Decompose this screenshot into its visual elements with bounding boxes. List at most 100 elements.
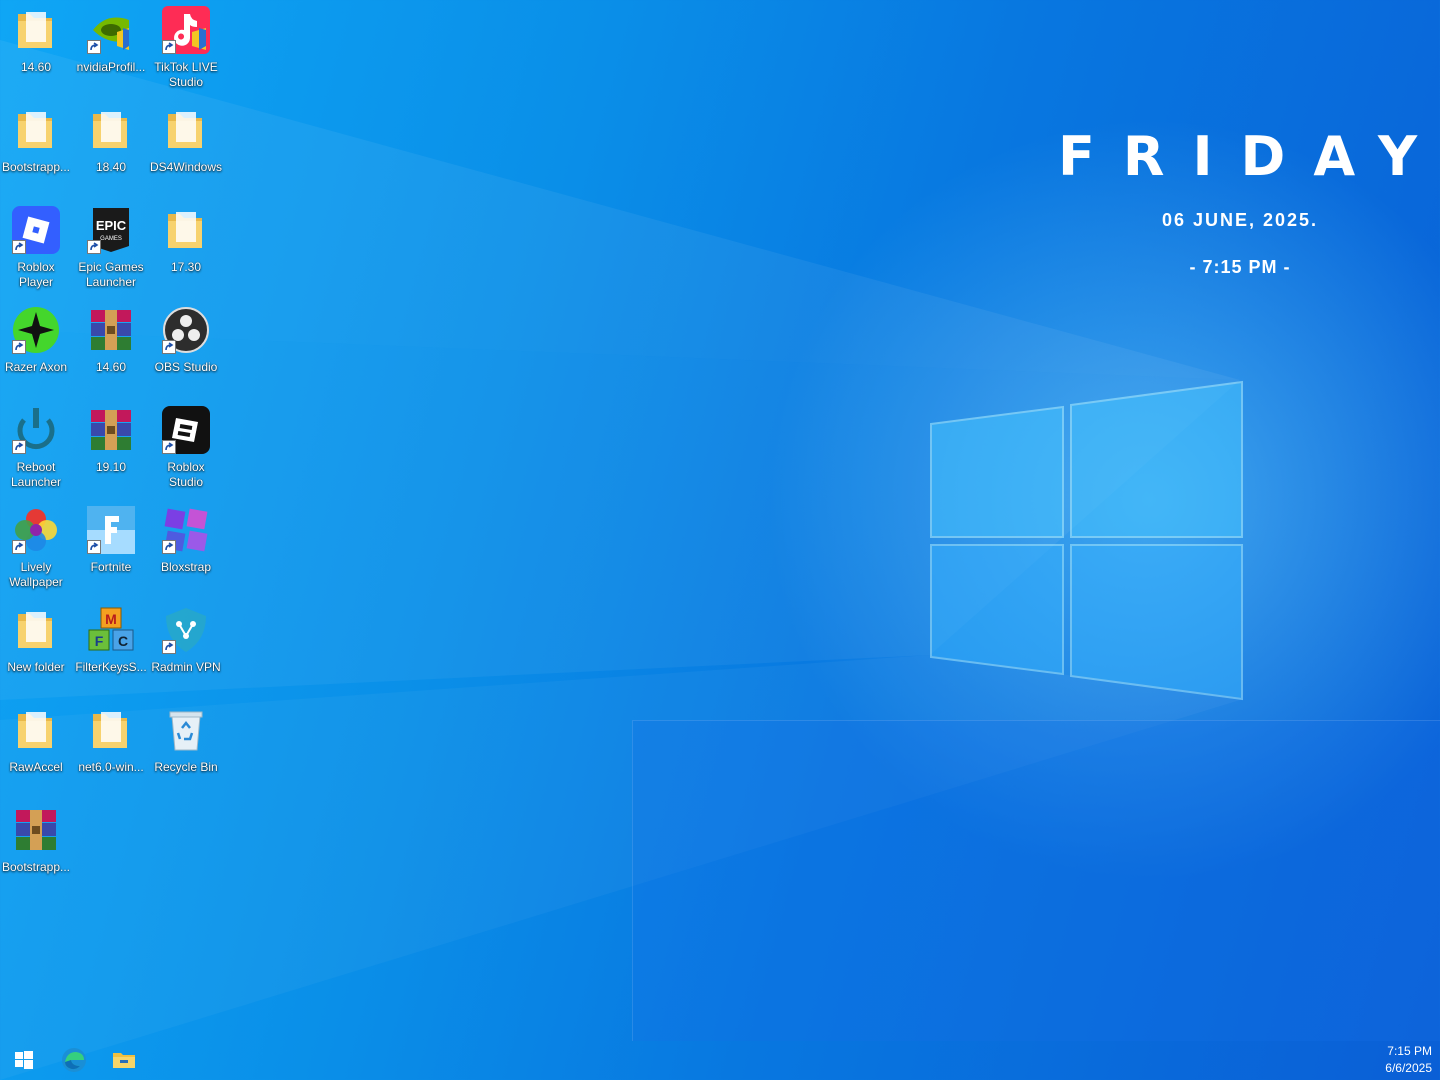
winrar-archive-icon: [87, 406, 135, 454]
file-explorer-button[interactable]: [100, 1040, 148, 1080]
svg-text:EPIC: EPIC: [96, 218, 127, 233]
desktop-icon[interactable]: M F C FilterKeysS...: [74, 602, 148, 692]
desktop-icon-label: New folder: [7, 660, 65, 674]
selection-overlay: [632, 720, 1440, 1041]
desktop-icon[interactable]: Roblox Player: [0, 202, 73, 292]
windows-logo-pane-bl: [930, 544, 1064, 676]
roblox-studio-icon: [162, 406, 210, 454]
edge-button[interactable]: [50, 1040, 98, 1080]
desktop-icon[interactable]: Fortnite: [74, 502, 148, 592]
desktop-icon-label: nvidiaProfil...: [76, 60, 146, 74]
desktop-icon-label: 17.30: [170, 260, 202, 274]
shortcut-arrow-icon: [87, 240, 101, 254]
svg-text:GAMES: GAMES: [100, 236, 122, 242]
desktop-icon-label: Roblox Player: [17, 260, 55, 289]
desktop-icon[interactable]: OBS Studio: [149, 302, 223, 392]
taskbar-date: 6/6/2025: [1385, 1061, 1432, 1075]
desktop-icon-label: Recycle Bin: [154, 760, 218, 774]
fortnite-icon: [87, 506, 135, 554]
shortcut-arrow-icon: [12, 440, 26, 454]
shortcut-arrow-icon: [162, 340, 176, 354]
widget-time: - 7:15 PM -: [1189, 257, 1291, 277]
desktop-icon-label: Radmin VPN: [151, 660, 221, 674]
tiktok-icon: [162, 6, 210, 54]
svg-text:C: C: [118, 633, 128, 649]
desktop-icon-label: OBS Studio: [154, 360, 218, 374]
folder-icon: [87, 106, 135, 154]
desktop-icon-label: 14.60: [20, 60, 52, 74]
desktop-icon-label: Epic Games Launcher: [78, 260, 144, 289]
folder-icon: [12, 106, 60, 154]
folder-icon: [87, 706, 135, 754]
desktop-icon[interactable]: TikTok LIVE Studio: [149, 2, 223, 92]
recycle-bin-icon: [162, 706, 210, 754]
windows-logo-icon: [15, 1051, 33, 1069]
desktop-icon[interactable]: Bloxstrap: [149, 502, 223, 592]
desktop-icon-label: Bloxstrap: [160, 560, 212, 574]
desktop-icon[interactable]: Radmin VPN: [149, 602, 223, 692]
windows-logo-pane-br: [1070, 544, 1243, 701]
desktop-icon[interactable]: Lively Wallpaper: [0, 502, 73, 592]
desktop-icon[interactable]: 19.10: [74, 402, 148, 492]
desktop-icon-label: Fortnite: [90, 560, 132, 574]
desktop-icon-label: TikTok LIVE Studio: [154, 60, 218, 89]
desktop-icon[interactable]: New folder: [0, 602, 73, 692]
folder-icon: [162, 206, 210, 254]
desktop-icon[interactable]: 14.60: [74, 302, 148, 392]
desktop-icon-label: net6.0-win...: [78, 760, 144, 774]
desktop-icon-label: Bootstrapp...: [1, 860, 71, 874]
taskbar-time: 7:15 PM: [1387, 1044, 1432, 1058]
desktop-icon-label: Reboot Launcher: [10, 460, 62, 489]
desktop-icon-label: Bootstrapp...: [1, 160, 71, 174]
desktop-icon[interactable]: net6.0-win...: [74, 702, 148, 792]
folder-icon: [12, 6, 60, 54]
filterkeys-icon: MFC: [87, 606, 135, 654]
desktop-icon-label: Roblox Studio: [167, 460, 205, 489]
desktop-icon-label: Razer Axon: [4, 360, 68, 374]
lively-wallpaper-icon: [12, 506, 60, 554]
desktop-icon[interactable]: nvidiaProfil...: [74, 2, 148, 92]
desktop-icon[interactable]: 14.60: [0, 2, 73, 92]
desktop-icon[interactable]: 17.30: [149, 202, 223, 292]
windows-logo-pane-tl: [930, 405, 1064, 538]
shortcut-arrow-icon: [12, 240, 26, 254]
reboot-launcher-icon: [12, 406, 60, 454]
winrar-archive-icon: [87, 306, 135, 354]
desktop-icon-label: RawAccel: [9, 760, 63, 774]
desktop-icon[interactable]: Recycle Bin: [149, 702, 223, 792]
desktop-icon[interactable]: Reboot Launcher: [0, 402, 73, 492]
bloxstrap-icon: [162, 506, 210, 554]
nvidia-icon: [87, 6, 135, 54]
taskbar-clock[interactable]: 7:15 PM 6/6/2025: [1385, 1043, 1432, 1077]
shortcut-arrow-icon: [87, 540, 101, 554]
taskbar: 7:15 PM 6/6/2025: [0, 1040, 1440, 1080]
winrar-archive-icon: [12, 806, 60, 854]
shortcut-arrow-icon: [12, 340, 26, 354]
windows-logo-pane-tr: [1070, 380, 1243, 538]
shortcut-arrow-icon: [162, 540, 176, 554]
shortcut-arrow-icon: [87, 40, 101, 54]
widget-date: 06 JUNE, 2025.: [1161, 210, 1319, 230]
desktop-icon-label: Lively Wallpaper: [9, 560, 63, 589]
desktop-icon[interactable]: EPIC GAMES Epic Games Launcher: [74, 202, 148, 292]
start-button[interactable]: [0, 1040, 48, 1080]
desktop-icon[interactable]: Bootstrapp...: [0, 102, 73, 192]
desktop-icon-label: 19.10: [95, 460, 127, 474]
desktop-icon-label: DS4Windows: [149, 160, 223, 174]
folder-icon: [12, 706, 60, 754]
desktop-icon[interactable]: Razer Axon: [0, 302, 73, 392]
shortcut-arrow-icon: [162, 40, 176, 54]
widget-day: FRIDAY: [1058, 125, 1440, 188]
desktop-icon[interactable]: DS4Windows: [149, 102, 223, 192]
desktop-icon[interactable]: Roblox Studio: [149, 402, 223, 492]
file-explorer-icon: [113, 1053, 135, 1068]
desktop-icon-label: FilterKeysS...: [75, 660, 147, 674]
desktop-icon[interactable]: Bootstrapp...: [0, 802, 73, 892]
roblox-player-icon: [12, 206, 60, 254]
svg-text:M: M: [105, 611, 117, 627]
epic-games-icon: EPIC GAMES: [87, 206, 135, 254]
svg-text:F: F: [95, 633, 104, 649]
obs-icon: [162, 306, 210, 354]
desktop-icon[interactable]: 18.40: [74, 102, 148, 192]
desktop-icon[interactable]: RawAccel: [0, 702, 73, 792]
